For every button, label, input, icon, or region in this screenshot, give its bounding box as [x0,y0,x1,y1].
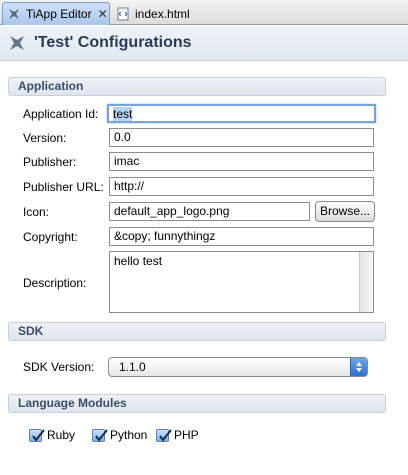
publisher-label: Publisher: [23,155,77,169]
select-arrows-icon [350,358,367,376]
tab-tiapp-editor[interactable]: TiApp Editor ✕ [2,2,110,25]
module-label: PHP [174,428,199,442]
sdk-version-select[interactable]: 1.1.0 [108,357,368,377]
description-value: hello test [114,254,163,268]
app-id-value: test [113,107,133,121]
icon-input[interactable]: default_app_logo.png [109,202,310,221]
browse-button[interactable]: Browse... [315,201,375,222]
sdk-version-value: 1.1.0 [119,360,146,374]
checkbox-checked-icon [92,428,108,442]
module-label: Ruby [47,428,76,442]
description-label: Description: [23,276,87,290]
page-header: 'Test' Configurations [0,26,408,61]
publisher-url-label: Publisher URL: [23,180,104,194]
section-header-application: Application [8,77,386,96]
app-id-input[interactable]: test [107,104,376,123]
version-input[interactable]: 0.0 [109,128,374,147]
module-label: Python [110,428,148,442]
description-textarea[interactable]: hello test [109,251,374,313]
titanium-icon [10,36,24,50]
publisher-input[interactable]: imac [109,152,374,171]
html-file-icon [116,7,130,21]
icon-label: Icon: [23,205,50,219]
tab-label: index.html [135,6,190,21]
section-header-sdk: SDK [8,322,386,341]
tab-label: TiApp Editor [26,7,92,21]
copyright-label: Copyright: [23,230,78,244]
editor-tab-bar: TiApp Editor ✕ index.html [0,0,408,25]
close-icon[interactable]: ✕ [98,7,108,21]
publisher-url-input[interactable]: http:// [109,177,374,196]
copyright-input[interactable]: &copy; funnythingz [109,227,374,246]
tab-index-html[interactable]: index.html [112,2,220,25]
titanium-icon [7,7,21,21]
checkbox-checked-icon [156,428,172,442]
sdk-version-label: SDK Version: [23,360,95,374]
page-title: 'Test' Configurations [34,34,192,51]
version-label: Version: [23,131,67,145]
checkbox-ruby[interactable]: Ruby [29,428,75,442]
checkbox-python[interactable]: Python [92,428,147,442]
app-id-label: Application Id: [23,107,99,121]
description-scrollbar[interactable] [359,252,373,312]
checkbox-checked-icon [29,428,45,442]
checkbox-php[interactable]: PHP [156,428,199,442]
section-header-language-modules: Language Modules [8,394,386,413]
